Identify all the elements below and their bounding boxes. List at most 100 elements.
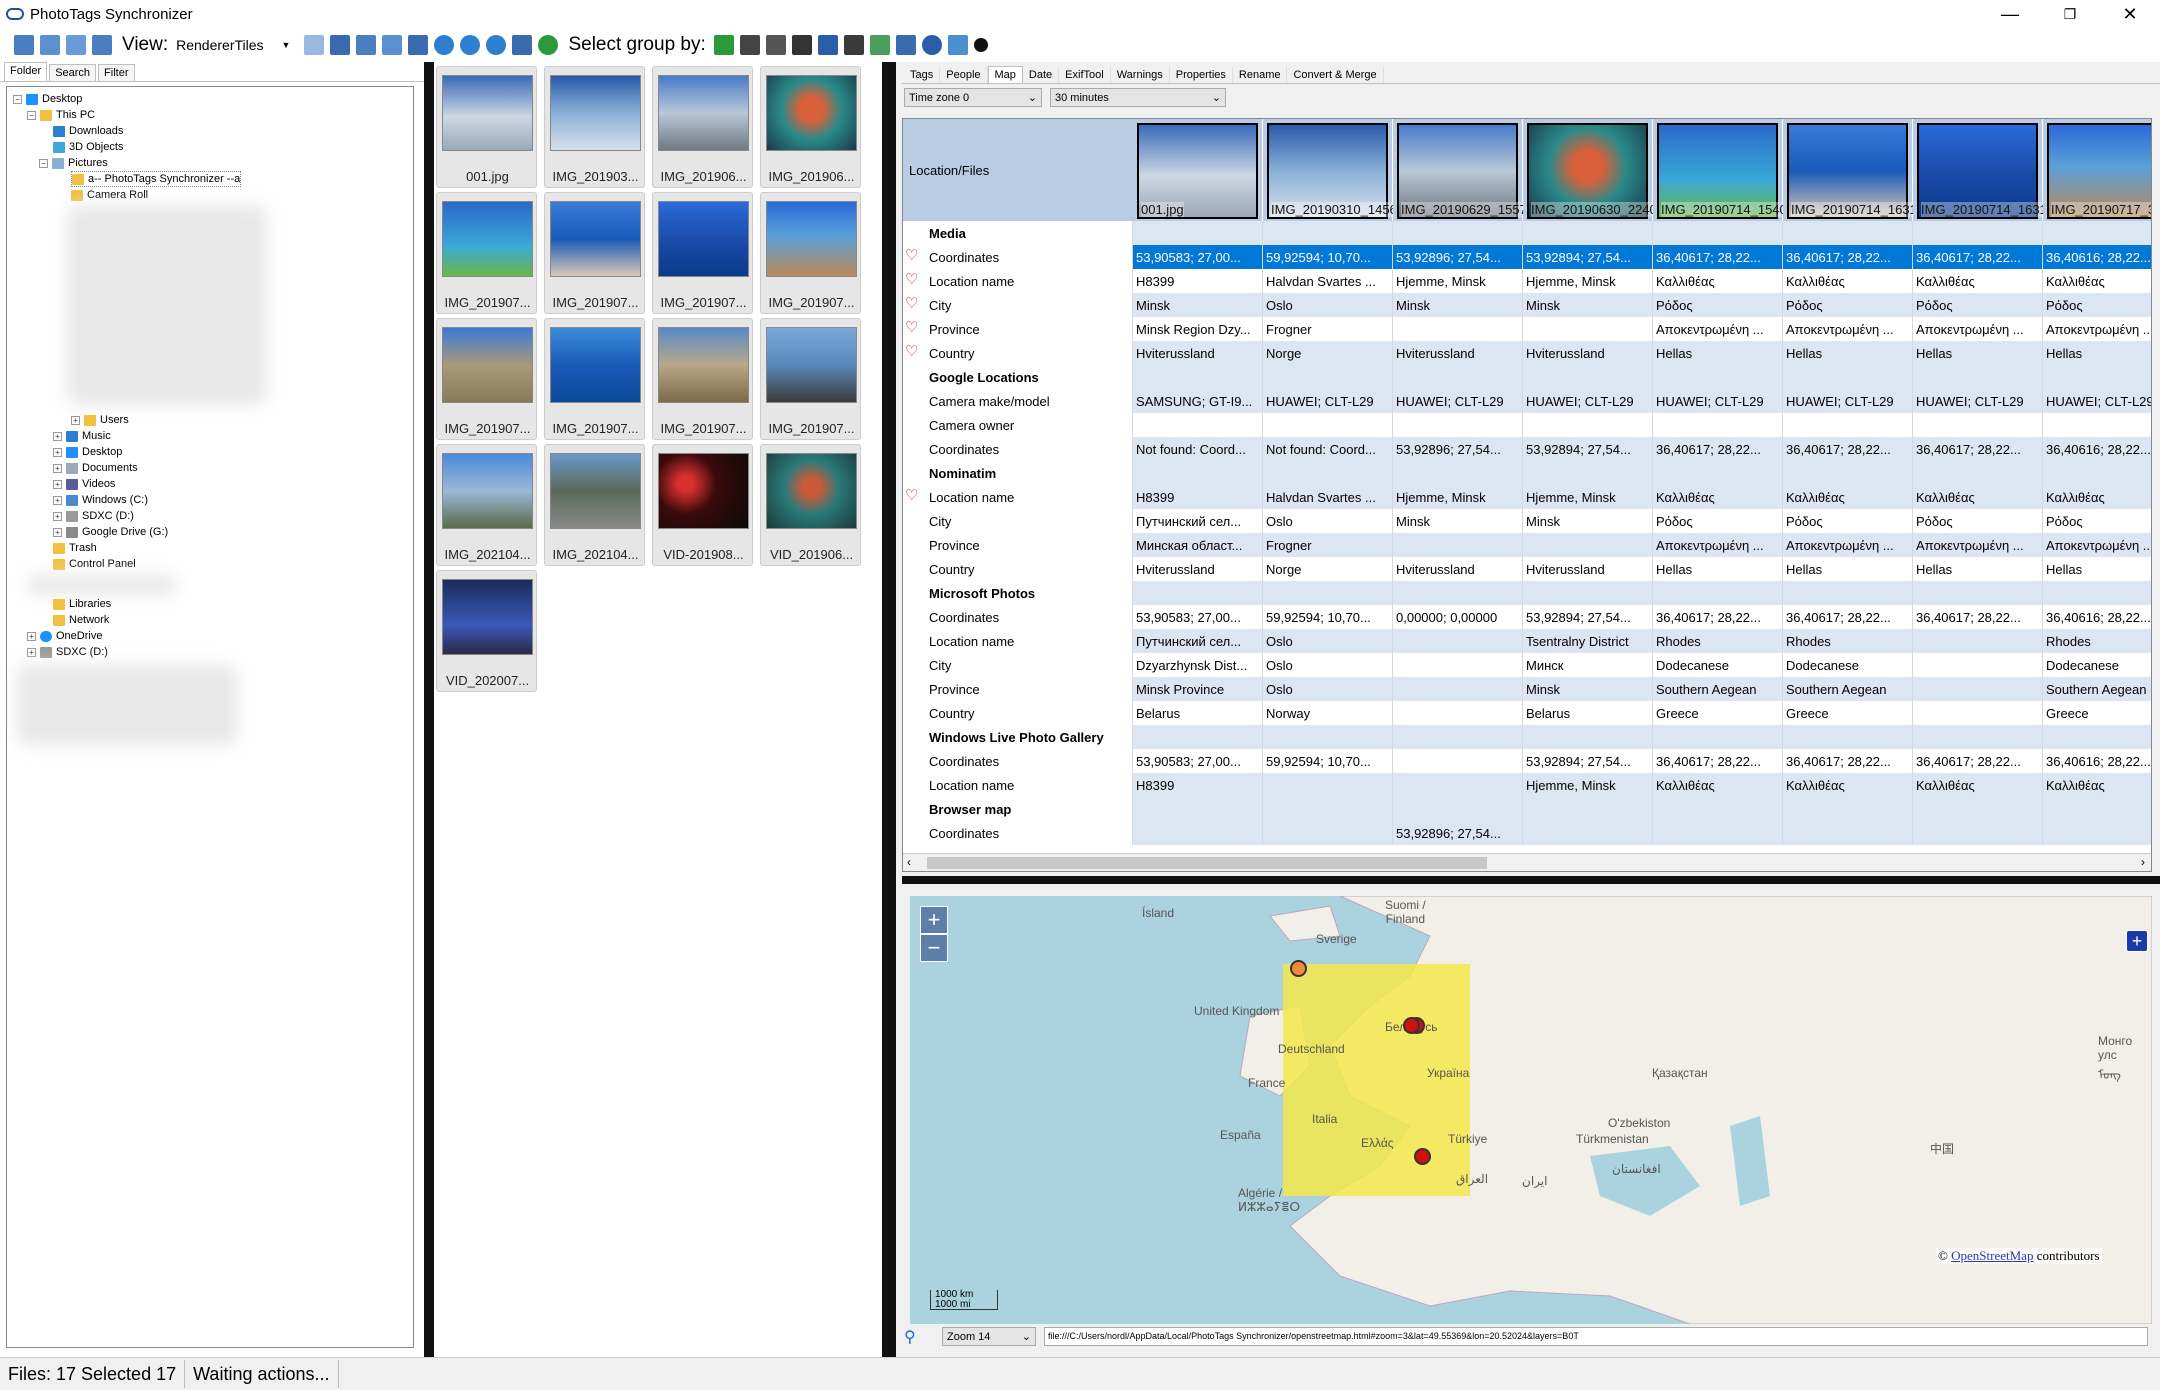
grid-view-icon[interactable] (739, 35, 760, 55)
table-cell[interactable]: Καλλιθέας (1913, 485, 2043, 509)
thumbnail[interactable]: IMG_202104... (436, 444, 537, 566)
table-cell[interactable]: Αποκεντρωμένη ... (1653, 533, 1783, 557)
thumbnail[interactable]: VID_201906... (760, 444, 861, 566)
table-cell[interactable] (1263, 581, 1393, 605)
table-cell[interactable]: 53,92894; 27,54... (1523, 437, 1653, 461)
table-cell[interactable]: 36,40617; 28,22... (1653, 749, 1783, 773)
table-cell[interactable]: Καλλιθέας (2043, 485, 2151, 509)
grid2-view-icon[interactable] (765, 35, 786, 55)
tab-map[interactable]: Map (987, 66, 1023, 83)
table-cell[interactable]: 0,00000; 0,00000 (1393, 605, 1523, 629)
table-cell[interactable]: 36,40617; 28,22... (1653, 437, 1783, 461)
table-cell[interactable] (1263, 821, 1393, 845)
table-cell[interactable] (1913, 653, 2043, 677)
table-cell[interactable]: Hviterussland (1523, 341, 1653, 365)
group-header-row[interactable]: Nominatim (903, 461, 2151, 485)
table-cell[interactable] (1523, 797, 1653, 821)
table-cell[interactable] (1523, 317, 1653, 341)
table-cell[interactable]: Oslo (1263, 629, 1393, 653)
group-header-row[interactable]: Browser map (903, 797, 2151, 821)
table-cell[interactable] (1133, 413, 1263, 437)
tab-date[interactable]: Date (1023, 67, 1060, 83)
table-cell[interactable]: Rhodes (1783, 629, 1913, 653)
favorite-heart-icon[interactable]: ♡ (905, 248, 918, 263)
table-cell[interactable] (1653, 797, 1783, 821)
table-cell[interactable] (1523, 725, 1653, 749)
table-row[interactable]: Coordinates Not found: Coord... Not found:… (903, 437, 2151, 461)
table-cell[interactable] (1783, 797, 1913, 821)
table-cell[interactable]: Καλλιθέας (2043, 269, 2151, 293)
layout4-icon[interactable] (92, 35, 112, 55)
tab-warnings[interactable]: Warnings (1111, 67, 1170, 83)
column-header[interactable]: IMG_20190630_224050.jpg (1523, 119, 1693, 221)
column-header[interactable]: IMG_20190717_3342.jpg (2043, 119, 2151, 221)
table-cell[interactable]: H8399 (1133, 485, 1263, 509)
table-cell[interactable] (1783, 821, 1913, 845)
thumbnail[interactable]: IMG_201907... (760, 318, 861, 440)
table-row[interactable]: Camera owner (903, 413, 2151, 437)
table-cell[interactable] (1133, 821, 1263, 845)
table-cell[interactable]: 53,92896; 27,54... (1393, 245, 1523, 269)
table-cell[interactable]: H8399 (1133, 269, 1263, 293)
table-cell[interactable]: Dzyarzhynsk Dist... (1133, 653, 1263, 677)
tab-search[interactable]: Search (49, 64, 97, 81)
table-cell[interactable] (2043, 221, 2151, 245)
tree-item-sdxc-d2[interactable]: + SDXC (D:) (27, 644, 108, 660)
table-cell[interactable] (1133, 365, 1263, 389)
table-cell[interactable]: Ρόδος (1913, 293, 2043, 317)
table-cell[interactable]: Hviterussland (1523, 557, 1653, 581)
table-cell[interactable]: 36,40617; 28,22... (1913, 605, 2043, 629)
table-cell[interactable] (2043, 821, 2151, 845)
table-cell[interactable]: H8399 (1133, 773, 1263, 797)
table-cell[interactable] (1653, 365, 1783, 389)
scroll-right-icon[interactable]: › (2141, 855, 2145, 869)
table-cell[interactable]: Αποκεντρωμένη ... (1783, 533, 1913, 557)
table-cell[interactable]: Καλλιθέας (1653, 485, 1783, 509)
table-row[interactable]: Coordinates 53,90583; 27,00... 59,92594; 1… (903, 605, 2151, 629)
table-cell[interactable]: 59,92594; 10,70... (1263, 749, 1393, 773)
tree-item-3d-objects[interactable]: 3D Objects (53, 139, 123, 155)
table-cell[interactable] (1393, 725, 1523, 749)
table-row[interactable]: ♡ Location name H8399 Halvdan Svartes ... Hj… (903, 269, 2151, 293)
table-cell[interactable]: Oslo (1263, 677, 1393, 701)
table-cell[interactable]: Ρόδος (1913, 509, 2043, 533)
table-cell[interactable]: Hviterussland (1393, 341, 1523, 365)
table-cell[interactable]: 53,90583; 27,00... (1133, 245, 1263, 269)
save-icon[interactable] (512, 35, 533, 55)
table-cell[interactable]: Dodecanese (1653, 653, 1783, 677)
table-row[interactable]: ♡ City Minsk Oslo Minsk Minsk Ρόδος Ρόδος Ρόδος Ρ… (903, 293, 2151, 317)
column-header[interactable]: IMG_20190714_163152.jpg (1913, 119, 2083, 221)
table-cell[interactable]: Hellas (1653, 557, 1783, 581)
layer-switcher-button[interactable]: + (2126, 930, 2148, 952)
table-row[interactable]: Coordinates 53,92896; 27,54... (903, 821, 2151, 845)
collapse-icon[interactable]: − (27, 110, 36, 120)
table-cell[interactable]: 36,40617; 28,22... (1653, 605, 1783, 629)
table-cell[interactable] (1393, 653, 1523, 677)
table-cell[interactable] (1523, 365, 1653, 389)
tree-item-users[interactable]: + Users (71, 412, 129, 428)
maximize-button[interactable]: ❐ (2040, 0, 2100, 28)
tab-filter[interactable]: Filter (98, 64, 135, 81)
expand-icon[interactable]: + (27, 631, 36, 641)
table-cell[interactable] (1263, 797, 1393, 821)
table-cell[interactable] (1263, 725, 1393, 749)
table-cell[interactable]: Minsk (1393, 509, 1523, 533)
table-cell[interactable]: 36,40617; 28,22... (1783, 437, 1913, 461)
tab-exiftool[interactable]: ExifTool (1059, 67, 1111, 83)
table-cell[interactable] (1523, 461, 1653, 485)
thumbnail[interactable]: IMG_201907... (760, 192, 861, 314)
url-field[interactable]: file:///C:/Users/nordl/AppData/Local/Pho… (1044, 1327, 2148, 1346)
table-cell[interactable]: 36,40616; 28,22... (2043, 605, 2151, 629)
layout3-icon[interactable] (66, 35, 86, 55)
group-icon[interactable] (713, 35, 734, 55)
table-cell[interactable]: Halvdan Svartes ... (1263, 269, 1393, 293)
table-cell[interactable] (1393, 461, 1523, 485)
close-button[interactable]: ✕ (2100, 0, 2160, 28)
table-cell[interactable]: Hellas (1783, 557, 1913, 581)
image-icon[interactable] (304, 35, 325, 55)
table-cell[interactable]: 36,40617; 28,22... (1783, 749, 1913, 773)
rotate-right-icon[interactable] (486, 35, 507, 55)
picture-icon[interactable] (330, 35, 351, 55)
table-cell[interactable]: Not found: Coord... (1133, 437, 1263, 461)
scrollbar-thumb[interactable] (927, 857, 1487, 869)
